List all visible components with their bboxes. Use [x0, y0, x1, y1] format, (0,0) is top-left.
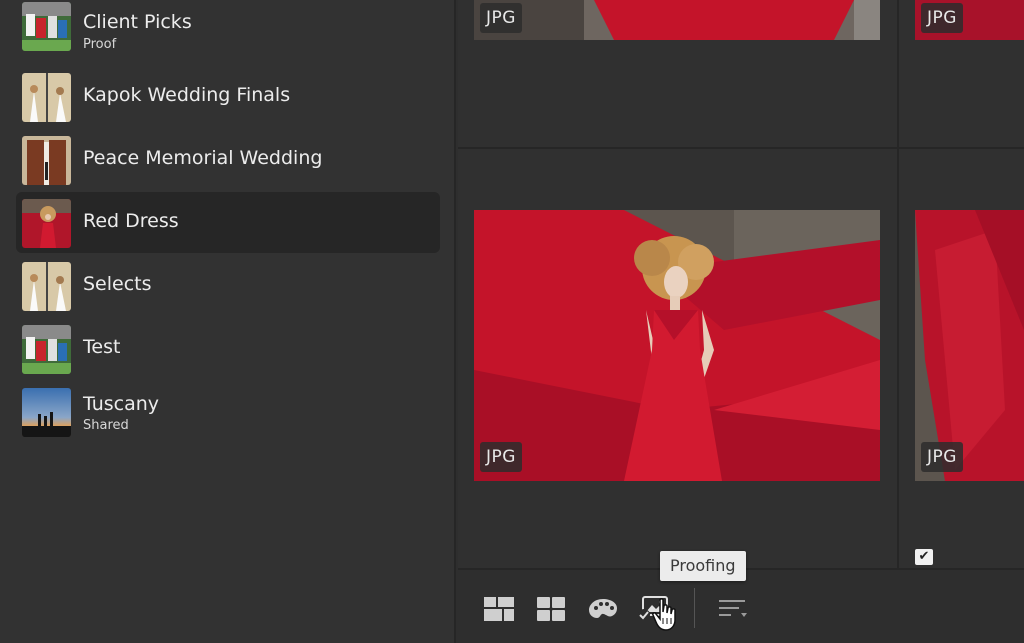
album-name: Peace Memorial Wedding — [83, 147, 323, 169]
file-type-badge: JPG — [921, 442, 963, 472]
photo-cell[interactable]: JPG — [458, 149, 899, 568]
photo-thumbnail[interactable] — [915, 210, 1024, 481]
album-thumbnail — [22, 325, 71, 374]
album-thumbnail — [22, 262, 71, 311]
album-item-tuscany[interactable]: Tuscany Shared — [16, 381, 440, 442]
toolbar-divider — [694, 588, 695, 628]
album-item-peace-memorial-wedding[interactable]: Peace Memorial Wedding — [16, 129, 440, 190]
album-item-test[interactable]: Test — [16, 318, 440, 379]
sort-icon — [719, 600, 747, 617]
album-status: Shared — [83, 418, 129, 433]
album-thumbnail — [22, 388, 71, 437]
album-item-selects[interactable]: Selects — [16, 255, 440, 316]
album-item-client-picks[interactable]: Client Picks Proof — [16, 0, 440, 56]
theme-button[interactable] — [586, 592, 620, 626]
album-name: Kapok Wedding Finals — [83, 84, 291, 106]
mosaic-view-icon — [484, 597, 514, 621]
album-thumbnail — [22, 73, 71, 122]
album-status: Proof — [83, 37, 117, 52]
album-sidebar: Client Picks Proof Kapok Wedding Finals — [0, 0, 456, 643]
square-grid-view-button[interactable] — [534, 592, 568, 626]
album-name: Client Picks — [83, 11, 192, 33]
sort-button[interactable] — [716, 592, 750, 626]
album-item-red-dress[interactable]: Red Dress — [16, 192, 440, 253]
photo-cell[interactable]: JPG ✔ — [899, 149, 1024, 568]
proofing-tooltip: Proofing — [660, 551, 746, 581]
hand-cursor-icon — [652, 598, 678, 636]
album-thumbnail — [22, 199, 71, 248]
square-grid-icon — [537, 597, 565, 621]
photo-cell[interactable]: JPG — [899, 0, 1024, 149]
photo-cell[interactable]: JPG — [458, 0, 899, 149]
select-checkbox[interactable]: ✔ — [915, 549, 933, 565]
album-thumbnail — [22, 136, 71, 185]
album-name: Selects — [83, 273, 152, 295]
photo-thumbnail-red-dress[interactable] — [474, 210, 880, 481]
file-type-badge: JPG — [921, 3, 963, 33]
album-item-kapok-wedding-finals[interactable]: Kapok Wedding Finals — [16, 66, 440, 127]
file-type-badge: JPG — [480, 442, 522, 472]
album-name: Tuscany — [83, 393, 160, 415]
file-type-badge: JPG — [480, 3, 522, 33]
album-thumbnail — [22, 2, 71, 51]
palette-icon — [589, 599, 617, 618]
album-name: Test — [83, 336, 121, 358]
mosaic-view-button[interactable] — [482, 592, 516, 626]
photo-grid: JPG JPG JPG JPG ✔ — [458, 0, 1024, 568]
photo-thumbnail[interactable] — [474, 0, 880, 40]
album-name: Red Dress — [83, 210, 179, 232]
